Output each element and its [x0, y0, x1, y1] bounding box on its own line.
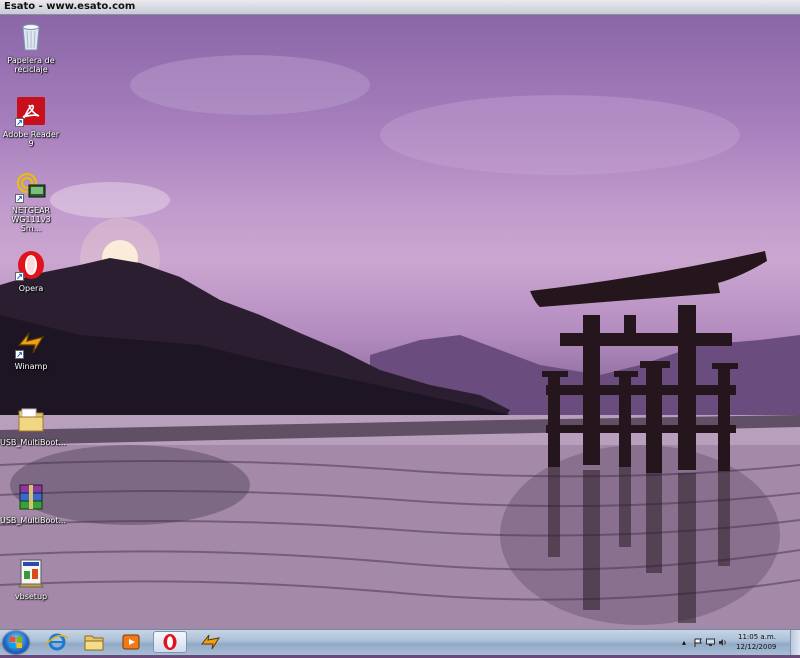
media-player-icon: [122, 634, 140, 650]
windows-explorer-icon: [84, 635, 104, 651]
volume-icon[interactable]: [718, 638, 727, 647]
taskbar: ▴ 11:05 a.m. 12/12/2009: [0, 629, 800, 655]
desktop-icon-adobe-reader[interactable]: ↗ Adobe Reader 9: [0, 95, 62, 148]
desktop-icon-usb-multiboot-archive[interactable]: USB_MultiBoot...: [0, 481, 67, 525]
shortcut-arrow-icon: ↗: [15, 350, 24, 359]
winamp-icon: ↗: [15, 327, 47, 359]
desktop-icon-label: USB_MultiBoot...: [0, 438, 67, 447]
setup-icon: [15, 557, 47, 589]
taskbar-windows-explorer[interactable]: [77, 631, 111, 653]
desktop-icon-winamp[interactable]: ↗ Winamp: [0, 327, 62, 371]
desktop-icon-label: Papelera de reciclaje: [7, 56, 55, 74]
desktop-icon-recycle-bin[interactable]: Papelera de reciclaje: [0, 21, 62, 74]
desktop-icon-usb-multiboot-folder[interactable]: USB_MultiBoot...: [0, 403, 67, 447]
window-title: Esato - www.esato.com: [4, 1, 136, 12]
network-icon[interactable]: [706, 638, 715, 647]
netgear-icon: ↗: [15, 171, 47, 203]
system-tray: ▴ 11:05 a.m. 12/12/2009: [682, 630, 800, 655]
start-button[interactable]: [3, 631, 29, 654]
desktop-icon-label: Adobe Reader 9: [2, 130, 60, 148]
desktop[interactable]: Papelera de reciclaje ↗ Adobe Reader 9 ↗…: [0, 15, 800, 629]
taskbar-winamp[interactable]: [193, 631, 227, 653]
windows-logo-icon: [10, 637, 22, 648]
taskbar-opera[interactable]: [153, 631, 187, 653]
opera-icon: ↗: [15, 249, 47, 281]
show-hidden-icons-arrow[interactable]: ▴: [682, 638, 686, 647]
recycle-bin-icon: [15, 21, 47, 53]
desktop-icon-vbsetup[interactable]: vbsetup: [0, 557, 62, 601]
wallpaper: [0, 55, 800, 629]
internet-explorer-icon: [45, 633, 69, 651]
winamp-icon: [200, 634, 221, 650]
desktop-icon-opera[interactable]: ↗ Opera: [0, 249, 62, 293]
desktop-icon-label: Opera: [18, 284, 44, 293]
desktop-icon-label: NETGEAR WG111v3 Sm...: [11, 206, 51, 233]
action-center-flag-icon[interactable]: [694, 638, 703, 647]
desktop-icon-label: vbsetup: [14, 592, 48, 601]
shortcut-arrow-icon: ↗: [15, 194, 24, 203]
clock-time[interactable]: 11:05 a.m.: [738, 633, 776, 641]
shortcut-arrow-icon: ↗: [15, 272, 24, 281]
opera-icon: [163, 634, 177, 650]
taskbar-internet-explorer[interactable]: [40, 631, 74, 653]
desktop-icon-netgear[interactable]: ↗ NETGEAR WG111v3 Sm...: [0, 171, 62, 233]
desktop-icon-label: USB_MultiBoot...: [0, 516, 67, 525]
desktop-icon-label: Winamp: [14, 362, 48, 371]
folder-icon: [15, 403, 47, 435]
show-desktop-button[interactable]: [790, 630, 800, 655]
winrar-archive-icon: [15, 481, 47, 513]
taskbar-media-player[interactable]: [114, 631, 148, 653]
shortcut-arrow-icon: ↗: [15, 118, 24, 127]
clock-date[interactable]: 12/12/2009: [736, 643, 776, 651]
adobe-reader-icon: ↗: [15, 95, 47, 127]
window-title-bar[interactable]: Esato - www.esato.com: [0, 0, 800, 15]
